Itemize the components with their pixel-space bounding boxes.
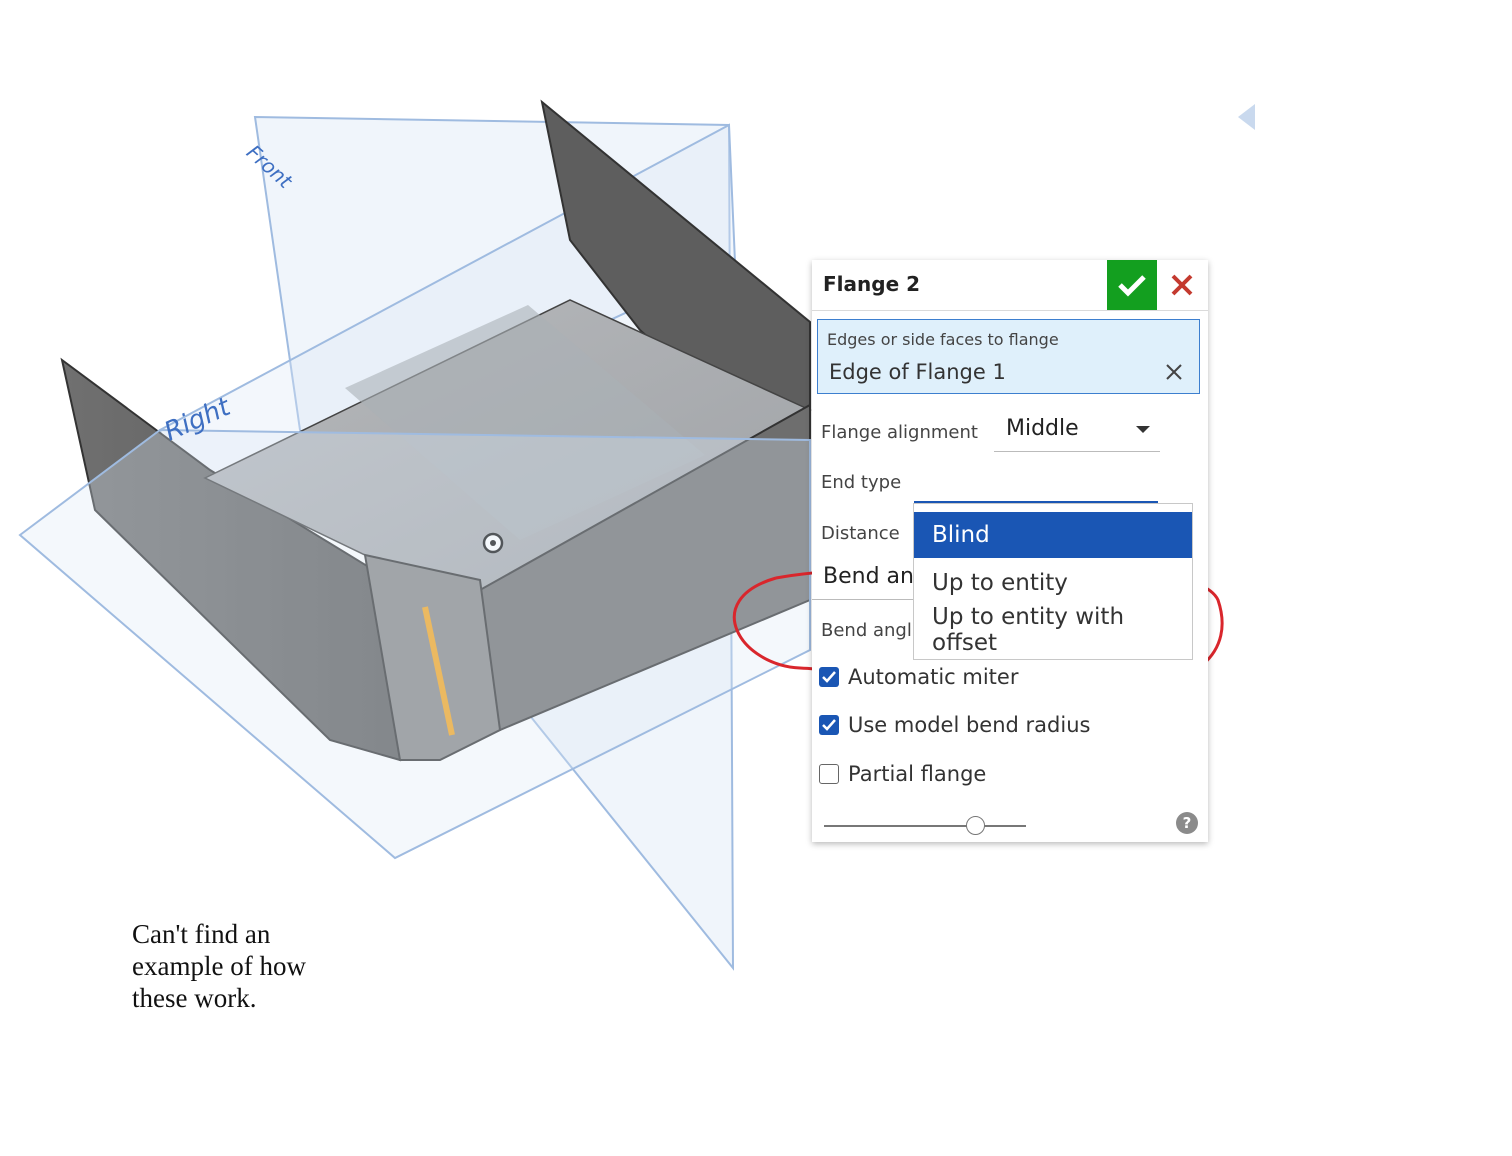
flange-alignment-select[interactable]: Middle: [994, 410, 1160, 452]
title-divider: [812, 310, 1208, 311]
end-type-dropdown: Blind Up to entity Up to entity with off…: [913, 503, 1193, 660]
flange-alignment-label: Flange alignment: [821, 422, 978, 443]
option-up-to-entity-with-offset[interactable]: Up to entity with offset: [914, 604, 1192, 656]
accept-button[interactable]: [1107, 260, 1157, 310]
partial-flange-checkbox[interactable]: Partial flange: [819, 762, 986, 786]
annotation-note: Can't find an example of how these work.: [132, 919, 306, 1013]
cancel-button[interactable]: [1162, 260, 1202, 310]
clear-icon[interactable]: [1164, 362, 1184, 382]
help-icon[interactable]: ?: [1176, 812, 1198, 834]
edges-query-field[interactable]: Edges or side faces to flange Edge of Fl…: [817, 319, 1200, 394]
use-model-bend-radius-checkbox[interactable]: Use model bend radius: [819, 713, 1090, 737]
automatic-miter-checkbox[interactable]: Automatic miter: [819, 665, 1018, 689]
distance-label: Distance: [821, 523, 900, 544]
view-triangle-icon[interactable]: [1238, 104, 1255, 130]
automatic-miter-label: Automatic miter: [848, 665, 1019, 689]
query-value: Edge of Flange 1: [829, 360, 1006, 384]
bend-angle-input[interactable]: Bend an: [823, 564, 914, 589]
option-blind[interactable]: Blind: [914, 512, 1192, 558]
unchecked-icon: [819, 764, 839, 784]
end-type-select[interactable]: [914, 466, 1158, 504]
check-icon: [1118, 275, 1146, 297]
flange-alignment-value: Middle: [1006, 416, 1079, 441]
close-icon: [1171, 274, 1193, 296]
checked-icon: [819, 667, 839, 687]
slider-track: [824, 825, 1026, 827]
checked-icon: [819, 715, 839, 735]
bend-angle-label: Bend angl: [821, 620, 912, 641]
caret-down-icon: [1136, 426, 1150, 433]
query-label: Edges or side faces to flange: [827, 330, 1059, 349]
slider-thumb[interactable]: [966, 816, 985, 835]
option-up-to-entity[interactable]: Up to entity: [914, 560, 1192, 606]
use-model-bend-radius-label: Use model bend radius: [848, 713, 1091, 737]
partial-flange-label: Partial flange: [848, 762, 987, 786]
dialog-title: Flange 2: [823, 272, 921, 296]
rollback-slider[interactable]: [824, 816, 1026, 836]
bend-input-underline: [812, 599, 922, 600]
end-type-label: End type: [821, 472, 902, 493]
